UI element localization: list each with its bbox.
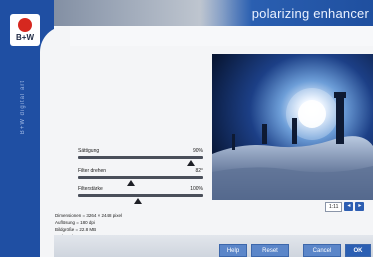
app-title: polarizing enhancer bbox=[251, 6, 369, 21]
app-window: polarizing enhancer B+W B+W digital art … bbox=[0, 0, 373, 257]
sidebar-vertical-label: B+W digital art bbox=[20, 80, 26, 135]
info-resolution: Auflösung = 180 dpi bbox=[55, 220, 95, 225]
reset-button[interactable]: Reset bbox=[251, 244, 289, 257]
logo-circle-icon bbox=[18, 18, 32, 32]
slider-thumb[interactable] bbox=[127, 180, 135, 186]
help-button[interactable]: Help bbox=[219, 244, 247, 257]
ok-button[interactable]: OK bbox=[345, 244, 371, 257]
logo-text: B+W bbox=[16, 33, 34, 42]
pager: 1:11 ◂ ▸ bbox=[325, 202, 365, 212]
info-file-size: Bildgröße = 22.8 MB bbox=[55, 227, 97, 232]
slider-thumb[interactable] bbox=[187, 160, 195, 166]
control-value: 82° bbox=[195, 168, 203, 174]
brand-logo: B+W bbox=[10, 14, 40, 46]
control-label: Sättigung bbox=[78, 148, 100, 154]
arrow-right-icon[interactable]: ▸ bbox=[355, 202, 365, 211]
slider-track[interactable] bbox=[78, 176, 203, 179]
header-separator bbox=[48, 26, 373, 46]
page-indicator: 1:11 bbox=[325, 202, 343, 212]
control-value: 100% bbox=[190, 186, 203, 192]
slider-thumb[interactable] bbox=[134, 198, 142, 204]
control-label: Filterstärke bbox=[78, 186, 103, 192]
slider-track[interactable] bbox=[78, 156, 203, 159]
arrow-left-icon[interactable]: ◂ bbox=[344, 202, 354, 211]
slider-track[interactable] bbox=[78, 194, 203, 197]
cancel-button[interactable]: Cancel bbox=[303, 244, 341, 257]
info-dimensions: Dimensionen = 3264 × 2448 pixel bbox=[55, 213, 123, 218]
control-label: Filter drehen bbox=[78, 168, 107, 174]
image-preview[interactable] bbox=[212, 54, 373, 200]
preview-photo bbox=[212, 54, 373, 200]
control-value: 90% bbox=[192, 148, 203, 154]
